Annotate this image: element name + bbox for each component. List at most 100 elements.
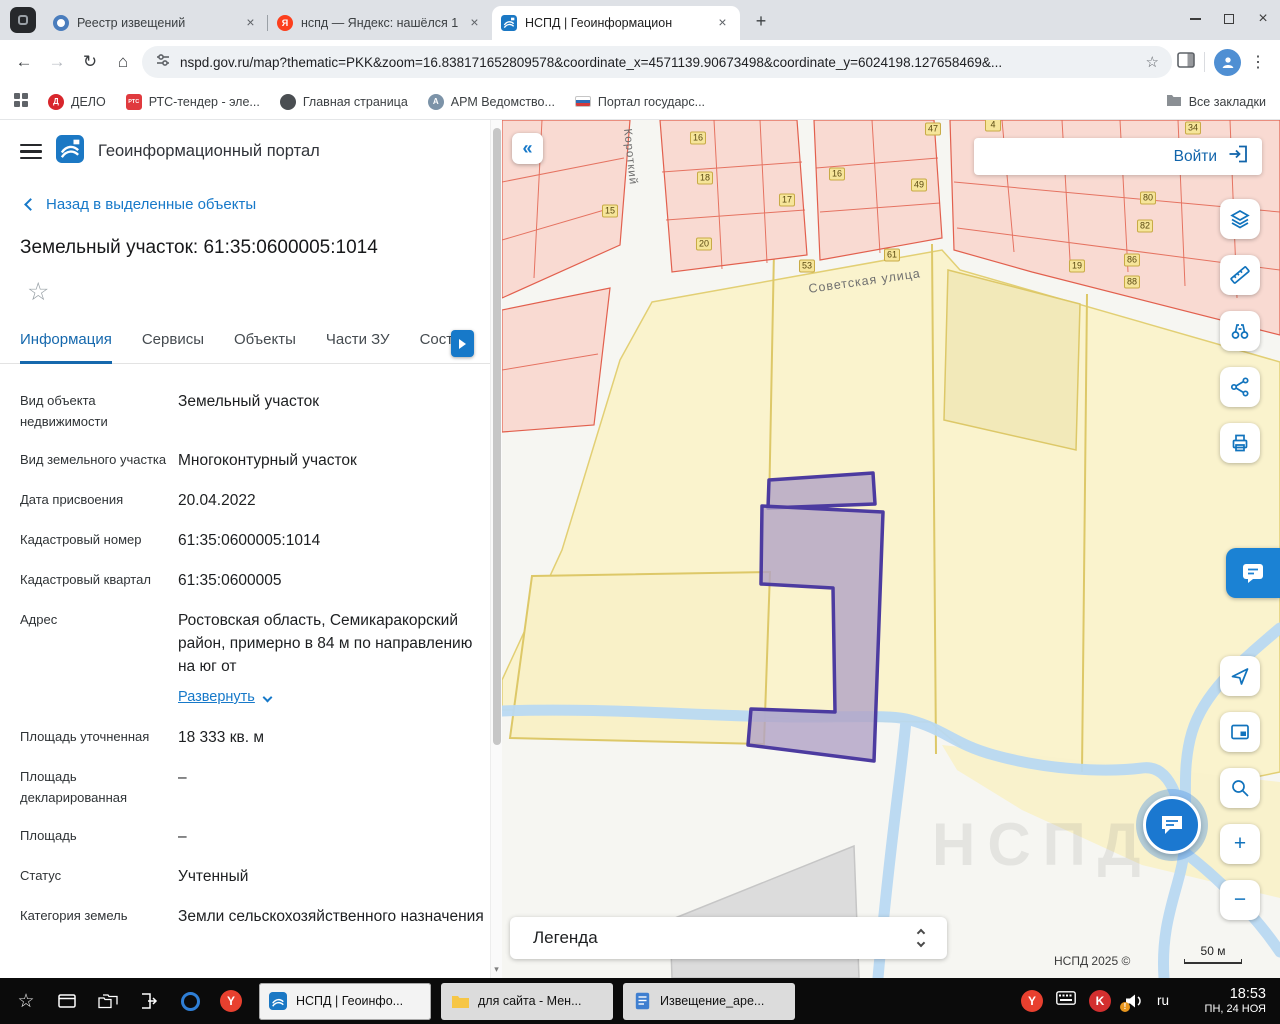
tab-services[interactable]: Сервисы	[142, 331, 204, 363]
favorite-star-icon[interactable]: ☆	[0, 259, 490, 307]
tab-objects[interactable]: Объекты	[234, 331, 296, 363]
locate-tool-button[interactable]	[1220, 656, 1260, 696]
map-copyright: НСПД 2025 ©	[1054, 954, 1131, 968]
tab-close-icon[interactable]: ×	[466, 14, 483, 32]
apps-grid-icon[interactable]	[14, 93, 28, 110]
taskbar-yandex-icon[interactable]: Y	[213, 983, 249, 1019]
window-maximize-button[interactable]	[1212, 0, 1246, 38]
task-window-document[interactable]: Извещение_аре...	[623, 982, 795, 1020]
measure-tool-button[interactable]	[1220, 255, 1260, 295]
location-arrow-icon	[1231, 668, 1249, 685]
side-panel-icon[interactable]	[1177, 51, 1195, 73]
printer-icon	[1232, 434, 1248, 452]
panel-tabs: Информация Сервисы Объекты Части ЗУ Сост…	[0, 307, 490, 364]
print-tool-button[interactable]	[1220, 423, 1260, 463]
scale-line	[1184, 959, 1242, 964]
nav-back-icon[interactable]: ←	[10, 48, 38, 76]
parcel-number: 16	[689, 131, 707, 145]
window-minimize-button[interactable]	[1178, 0, 1212, 38]
tab-title: Реестр извещений	[77, 16, 186, 30]
zoom-in-button[interactable]: +	[1220, 824, 1260, 864]
bookmark-favicon: РТС	[125, 93, 142, 110]
legend-label: Легенда	[533, 928, 598, 947]
bookmark-arm[interactable]: А АРМ Ведомство...	[427, 93, 555, 110]
zoom-out-button[interactable]: −	[1220, 880, 1260, 920]
scrollbar-down-icon[interactable]: ▾	[491, 964, 502, 975]
window-close-button[interactable]: ×	[1246, 0, 1280, 38]
map-area[interactable]: Короткий Советская улица 16 18 15 17 20 16 53 6…	[502, 120, 1280, 978]
taskbar-window-icon[interactable]	[49, 983, 85, 1019]
back-to-selected-link[interactable]: Назад в выделенные объекты	[0, 176, 490, 213]
field-row: Площадь декларированная –	[20, 769, 187, 805]
tab-close-icon[interactable]: ×	[242, 14, 259, 32]
site-info-icon[interactable]	[155, 52, 171, 73]
browser-logo-icon[interactable]	[10, 7, 36, 33]
tray-yandex-icon[interactable]: Y	[1020, 989, 1043, 1012]
screen: Реестр извещений × Я нспд — Яндекс: нашё…	[0, 0, 1280, 1024]
chat-assistant-button[interactable]	[1143, 796, 1201, 854]
tray-k-icon[interactable]: K	[1088, 989, 1111, 1012]
browser-tab-nspd[interactable]: НСПД | Геоинформацион ×	[492, 6, 740, 40]
url-omnibox[interactable]: nspd.gov.ru/map?thematic=PKK&zoom=16.838…	[142, 46, 1172, 78]
tray-keyboard-icon[interactable]	[1056, 991, 1076, 1010]
field-row: Площадь уточненная 18 333 кв. м	[20, 729, 264, 746]
nav-home-icon[interactable]: ⌂	[109, 48, 137, 76]
browser-menu-icon[interactable]: ⋮	[1246, 52, 1270, 72]
tray-volume-icon[interactable]: !	[1119, 993, 1144, 1012]
bookmark-rts[interactable]: РТС РТС-тендер - эле...	[125, 93, 260, 110]
parcel-number: 4	[985, 120, 1001, 132]
tab-information[interactable]: Информация	[20, 331, 112, 364]
expand-address-link[interactable]: Развернуть	[178, 686, 273, 709]
bookmark-homepage[interactable]: Главная страница	[279, 93, 408, 110]
task-window-nspd[interactable]: НСПД | Геоинфо...	[259, 982, 431, 1020]
bookmark-delo[interactable]: Д ДЕЛО	[48, 93, 106, 110]
tab-parts[interactable]: Части ЗУ	[326, 331, 390, 363]
tab-close-icon[interactable]: ×	[714, 14, 731, 32]
nav-forward-icon[interactable]: →	[43, 48, 71, 76]
taskbar-clock[interactable]: 18:53 ПН, 24 НОЯ	[1182, 986, 1266, 1017]
mini-map-tool-button[interactable]	[1220, 712, 1260, 752]
bookmark-gosportal[interactable]: Портал государс...	[574, 95, 705, 109]
collapse-panel-button[interactable]: «	[512, 133, 543, 164]
field-row: Категория земель Земли сельскохозяйственн…	[20, 908, 484, 925]
hamburger-menu-icon[interactable]	[20, 143, 42, 160]
field-row: Вид объекта недвижимости Земельный участо…	[20, 393, 320, 429]
feedback-tab-button[interactable]	[1226, 548, 1280, 598]
parcel-number: 53	[798, 259, 816, 273]
field-row: Кадастровый номер 61:35:0600005:1014	[20, 532, 321, 549]
legend-bar[interactable]: Легенда	[510, 917, 947, 959]
login-bar[interactable]: Войти	[974, 138, 1262, 175]
task-icon-folder	[450, 991, 470, 1011]
search-map-tool-button[interactable]	[1220, 768, 1260, 808]
browser-tab-registry[interactable]: Реестр извещений ×	[44, 6, 268, 40]
new-tab-button[interactable]: +	[747, 7, 775, 35]
taskbar-explorer-icon[interactable]	[90, 983, 126, 1019]
parcel-number: 80	[1139, 191, 1157, 205]
folder-icon	[1166, 94, 1182, 110]
bookmark-label: РТС-тендер - эле...	[148, 94, 260, 109]
parcel-number: 19	[1068, 259, 1086, 273]
all-bookmarks-button[interactable]: Все закладки	[1166, 94, 1266, 110]
overview-tool-button[interactable]	[1220, 311, 1260, 351]
bookmark-favicon: Д	[48, 93, 64, 110]
legend-expander-icon[interactable]	[916, 928, 926, 948]
parcel-number: 61	[883, 248, 901, 262]
layers-tool-button[interactable]	[1220, 199, 1260, 239]
taskbar-favorites-icon[interactable]: ☆	[8, 983, 44, 1019]
profile-avatar[interactable]	[1214, 48, 1241, 76]
task-window-folder[interactable]: для сайта - Мен...	[441, 982, 613, 1020]
taskbar-browser-icon[interactable]	[172, 983, 208, 1019]
tabs-next-button[interactable]	[451, 330, 474, 357]
panel-scrollbar[interactable]: ▾	[490, 120, 502, 978]
parcel-number: 82	[1136, 219, 1154, 233]
taskbar-logout-icon[interactable]	[131, 983, 167, 1019]
share-tool-button[interactable]	[1220, 367, 1260, 407]
language-indicator[interactable]: ru	[1157, 993, 1169, 1008]
bookmark-star-icon[interactable]: ☆	[1146, 53, 1159, 71]
nav-reload-icon[interactable]: ↻	[76, 48, 104, 76]
window-controls: ×	[1178, 0, 1280, 38]
scrollbar-thumb[interactable]	[493, 128, 501, 745]
browser-tab-yandex[interactable]: Я нспд — Яндекс: нашёлся 1 ×	[267, 6, 492, 40]
url-text[interactable]: nspd.gov.ru/map?thematic=PKK&zoom=16.838…	[180, 55, 1137, 70]
clock-date: ПН, 24 НОЯ	[1204, 1003, 1266, 1016]
